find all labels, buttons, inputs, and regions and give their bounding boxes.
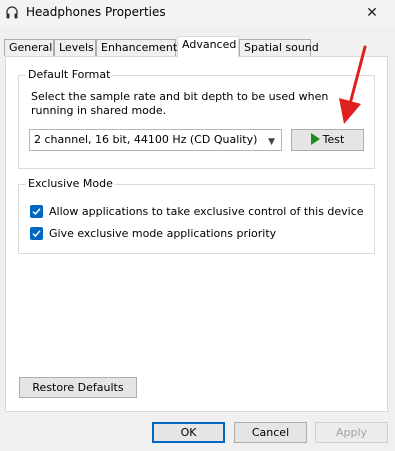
- advanced-tab-panel: Default Format Select the sample rate an…: [5, 56, 388, 412]
- tab-enhancements[interactable]: Enhancements: [96, 39, 183, 56]
- default-format-description: Select the sample rate and bit depth to …: [31, 90, 329, 117]
- ok-button[interactable]: OK: [152, 422, 225, 443]
- exclusive-priority-checkbox[interactable]: [30, 227, 43, 240]
- test-button[interactable]: Test: [291, 129, 364, 151]
- chevron-down-icon: ▼: [268, 137, 275, 147]
- close-button[interactable]: ✕: [349, 0, 395, 26]
- tab-levels[interactable]: Levels: [54, 39, 96, 56]
- headphones-icon: [6, 6, 18, 19]
- apply-button: Apply: [315, 422, 388, 443]
- sample-rate-select[interactable]: 2 channel, 16 bit, 44100 Hz (CD Quality)…: [29, 129, 282, 151]
- restore-defaults-button[interactable]: Restore Defaults: [19, 377, 137, 398]
- window-title: Headphones Properties: [26, 5, 166, 19]
- exclusive-mode-group: Exclusive Mode Allow applications to tak…: [18, 177, 375, 254]
- tab-spatial-sound[interactable]: Spatial sound: [239, 39, 319, 56]
- cancel-button[interactable]: Cancel: [234, 422, 307, 443]
- check-icon: [32, 208, 41, 216]
- exclusive-priority-label: Give exclusive mode applications priorit…: [49, 227, 277, 240]
- allow-exclusive-label: Allow applications to take exclusive con…: [49, 205, 364, 218]
- tab-advanced[interactable]: Advanced: [177, 36, 239, 58]
- test-label: Test: [322, 133, 345, 146]
- allow-exclusive-checkbox[interactable]: [30, 205, 43, 218]
- sample-rate-value: 2 channel, 16 bit, 44100 Hz (CD Quality): [34, 133, 258, 146]
- tab-strip: General Levels Enhancements Advanced Spa…: [0, 36, 395, 58]
- default-format-legend: Default Format: [26, 68, 113, 81]
- exclusive-mode-legend: Exclusive Mode: [26, 177, 115, 190]
- check-icon: [32, 230, 41, 238]
- default-format-group: Default Format Select the sample rate an…: [18, 68, 375, 169]
- title-bar: Headphones Properties ✕: [0, 0, 395, 26]
- play-icon: [310, 133, 320, 145]
- tab-general[interactable]: General: [4, 39, 54, 56]
